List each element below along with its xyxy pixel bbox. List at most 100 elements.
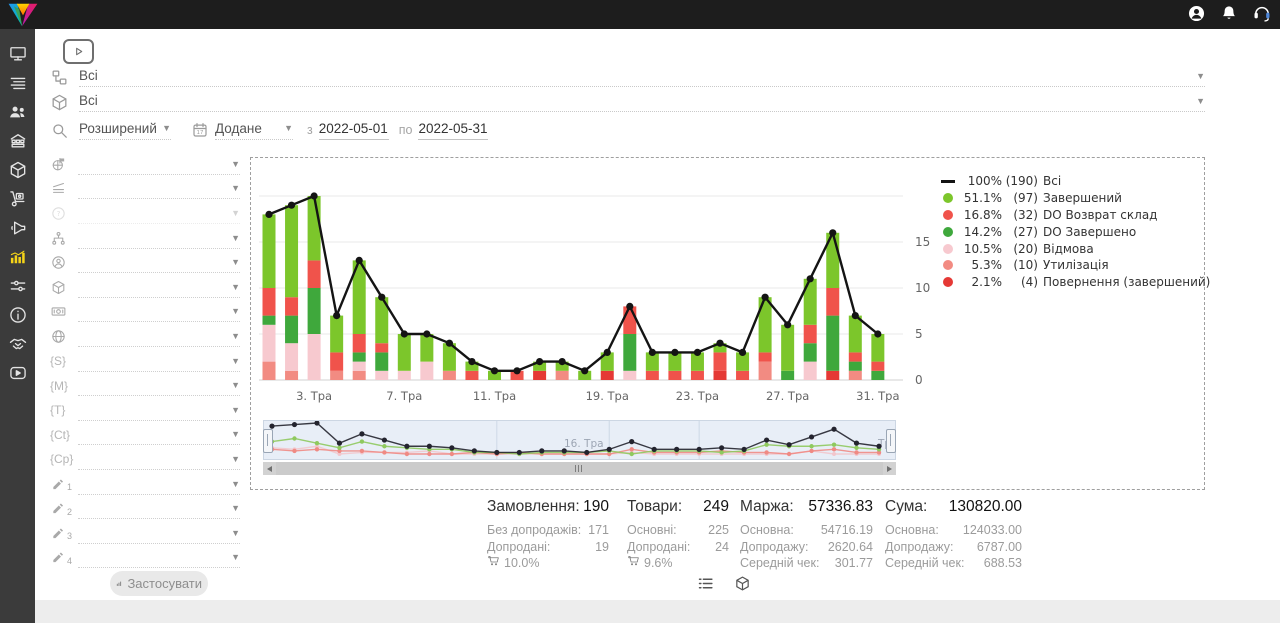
chart-legend: 100% (190) Всі 51.1% (97) Завершений 16.…: [941, 173, 1210, 291]
legend-marker-icon: [941, 180, 955, 183]
search-mode-value: Розширений: [79, 121, 157, 136]
cart-icon: [627, 555, 640, 572]
date-from-input[interactable]: 2022-05-01: [319, 121, 389, 140]
filter-select-15[interactable]: ▼: [78, 498, 240, 519]
legend-label: Утилізація: [1043, 258, 1109, 272]
legend-label: DO Завершено: [1043, 225, 1136, 239]
chevron-down-icon: ▼: [231, 552, 240, 562]
cube-icon: [50, 279, 67, 296]
chart-navigator[interactable]: 16. ТраТра: [263, 420, 896, 460]
legend-item-3[interactable]: 16.8% (32) DO Возврат склад: [941, 207, 1210, 224]
chevron-down-icon: ▼: [1196, 71, 1205, 81]
legend-marker-icon: [941, 210, 955, 220]
legend-count: (27): [1002, 225, 1038, 239]
legend-item-1[interactable]: 100% (190) Всі: [941, 173, 1210, 190]
product-select[interactable]: Всі ▼: [79, 93, 1205, 112]
legend-count: (190): [1002, 174, 1038, 188]
profile-icon[interactable]: [1187, 4, 1206, 23]
stats-title: Сума:130820.00: [885, 498, 1022, 516]
svg-text:15: 15: [915, 235, 930, 249]
filter-select-8[interactable]: ▼: [78, 326, 240, 347]
scrollbar-right-arrow-icon[interactable]: [883, 462, 896, 475]
support-icon[interactable]: [1252, 3, 1272, 23]
filter-select-14[interactable]: ▼: [78, 474, 240, 495]
sidebar-item-automation[interactable]: [0, 271, 35, 300]
filter-select-6[interactable]: ▼: [78, 277, 240, 298]
filter-select-3[interactable]: ▼: [78, 203, 240, 224]
apply-button[interactable]: Застосувати: [110, 571, 208, 596]
globe-flag-icon: [50, 156, 67, 173]
product-select-value: Всі: [79, 93, 98, 108]
sidebar-item-partners[interactable]: [0, 329, 35, 358]
sidebar-item-products[interactable]: [0, 155, 35, 184]
sidebar-item-orders[interactable]: [0, 68, 35, 97]
legend-count: (20): [1002, 242, 1038, 256]
scrollbar-left-arrow-icon[interactable]: [263, 462, 276, 475]
filter-select-12[interactable]: ▼: [78, 424, 240, 445]
filter-select-13[interactable]: ▼: [78, 449, 240, 470]
chart-scrollbar[interactable]: [263, 462, 896, 475]
globe-icon: [50, 328, 67, 345]
legend-count: (4): [1002, 275, 1038, 289]
sidebar-item-info[interactable]: [0, 300, 35, 329]
sidebar-item-dashboard[interactable]: [0, 39, 35, 68]
stats-row: Без допродажів:171: [487, 522, 609, 539]
filter-select-4[interactable]: ▼: [78, 228, 240, 249]
filter-select-9[interactable]: ▼: [78, 351, 240, 372]
list-view-icon[interactable]: [697, 575, 714, 597]
tag-m-icon: {M}: [50, 379, 68, 393]
sidebar-item-supply[interactable]: [0, 184, 35, 213]
legend-item-5[interactable]: 10.5% (20) Відмова: [941, 240, 1210, 257]
navigator-left-handle[interactable]: [263, 429, 273, 453]
filter-select-11[interactable]: ▼: [78, 400, 240, 421]
legend-item-2[interactable]: 51.1% (97) Завершений: [941, 190, 1210, 207]
scrollbar-thumb[interactable]: [276, 462, 883, 475]
chevron-down-icon: ▼: [231, 454, 240, 464]
legend-item-4[interactable]: 14.2% (27) DO Завершено: [941, 223, 1210, 240]
filter-select-2[interactable]: ▼: [78, 178, 240, 199]
sidebar-item-marketing[interactable]: [0, 213, 35, 242]
legend-marker-icon: [941, 260, 955, 270]
filter-select-10[interactable]: ▼: [78, 375, 240, 396]
chevron-down-icon: ▼: [162, 123, 171, 133]
filter-select-row-7: ▼: [50, 300, 240, 325]
navigator-right-handle[interactable]: [886, 429, 896, 453]
filter-select-row-13: {Cp} ▼: [50, 447, 240, 472]
legend-pct: 16.8%: [960, 208, 1002, 222]
legend-item-6[interactable]: 5.3% (10) Утилізація: [941, 257, 1210, 274]
stats-row: Допродані:19: [487, 539, 609, 556]
notifications-icon[interactable]: [1220, 4, 1238, 23]
svg-text:7. Тра: 7. Тра: [386, 389, 422, 403]
products-view-icon[interactable]: [734, 575, 751, 597]
filter-select-5[interactable]: ▼: [78, 252, 240, 273]
filter-select-1[interactable]: ▼: [78, 154, 240, 175]
legend-label: DO Возврат склад: [1043, 208, 1157, 222]
app-logo[interactable]: [6, 1, 40, 33]
user-circle-icon: [50, 254, 67, 271]
source-select[interactable]: Всі ▼: [79, 68, 1205, 87]
stacked-bar-line-chart[interactable]: 0510153. Тра7. Тра11. Тра19. Тра23. Тра2…: [255, 162, 945, 412]
sidebar-item-clients[interactable]: [0, 97, 35, 126]
filter-select-row-12: {Ct} ▼: [50, 423, 240, 448]
chevron-down-icon: ▼: [231, 528, 240, 538]
filter-select-row-16: 3 ▼: [50, 521, 240, 546]
legend-item-7[interactable]: 2.1% (4) Повернення (завершений): [941, 274, 1210, 291]
svg-text:0: 0: [915, 373, 923, 387]
chevron-down-icon: ▼: [284, 123, 293, 133]
sidebar-item-market[interactable]: [0, 126, 35, 155]
filter-select-16[interactable]: ▼: [78, 523, 240, 544]
sidebar-item-video[interactable]: [0, 358, 35, 387]
sidebar-item-analytics[interactable]: [0, 242, 35, 271]
filter-select-17[interactable]: ▼: [78, 547, 240, 568]
filter-select-7[interactable]: ▼: [78, 301, 240, 322]
stats-row: Допродані:24: [627, 539, 729, 556]
pencil-icon: [50, 500, 66, 517]
video-tutorial-button[interactable]: [63, 39, 94, 64]
search-mode-select[interactable]: Розширений ▼: [79, 121, 171, 140]
filter-select-row-2: ▼: [50, 177, 240, 202]
filter-select-row-3: ? ▼: [50, 201, 240, 226]
date-field-select[interactable]: Додане ▼: [215, 121, 293, 140]
chevron-down-icon: ▼: [231, 159, 240, 169]
date-to-input[interactable]: 2022-05-31: [418, 121, 488, 140]
legend-label: Відмова: [1043, 242, 1094, 256]
